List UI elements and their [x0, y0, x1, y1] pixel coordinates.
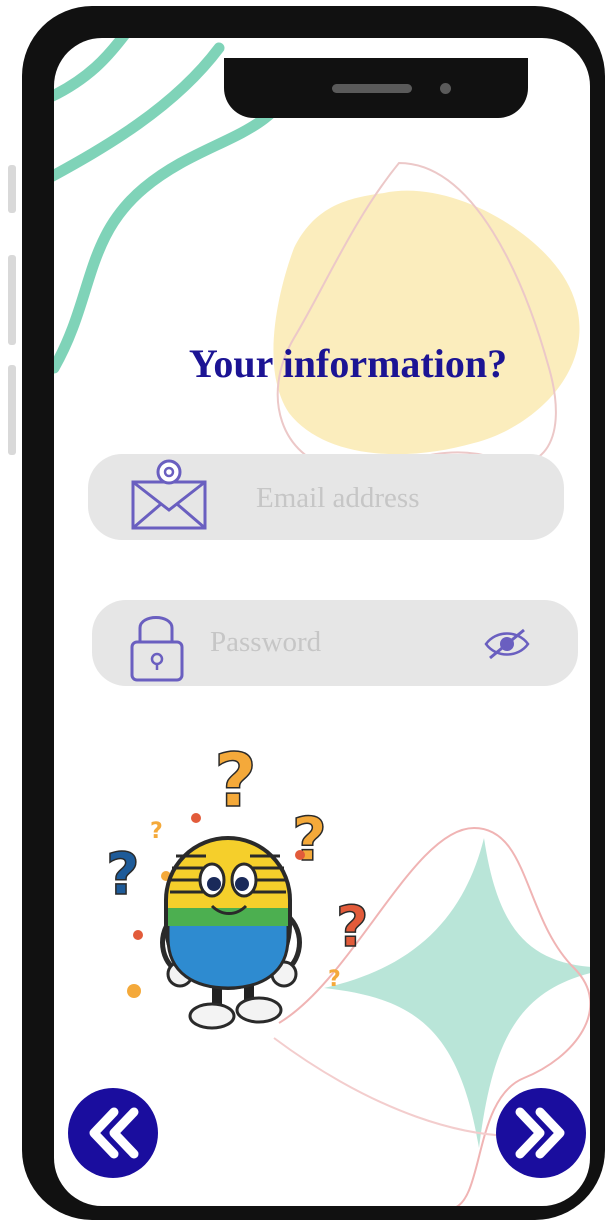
back-button[interactable]: [68, 1088, 158, 1178]
speaker-grille: [332, 84, 412, 93]
next-button[interactable]: [496, 1088, 586, 1178]
double-chevron-right-icon: [515, 1107, 565, 1159]
phone-volume-down-button: [8, 365, 16, 455]
eye-slash-icon[interactable]: [482, 626, 532, 662]
front-camera: [440, 83, 451, 94]
page-title: Your information?: [188, 341, 508, 386]
padlock-icon: [130, 616, 184, 682]
email-envelope-icon: [131, 459, 207, 530]
phone-silent-switch: [8, 165, 16, 213]
password-field[interactable]: Password: [92, 600, 578, 686]
email-field[interactable]: Email address: [88, 454, 564, 540]
email-placeholder: Email address: [256, 482, 420, 514]
phone-volume-up-button: [8, 255, 16, 345]
password-placeholder: Password: [210, 626, 322, 658]
phone-notch: [224, 58, 528, 118]
phone-screen: Your information? Email address Password: [54, 38, 590, 1206]
double-chevron-left-icon: [89, 1107, 139, 1159]
